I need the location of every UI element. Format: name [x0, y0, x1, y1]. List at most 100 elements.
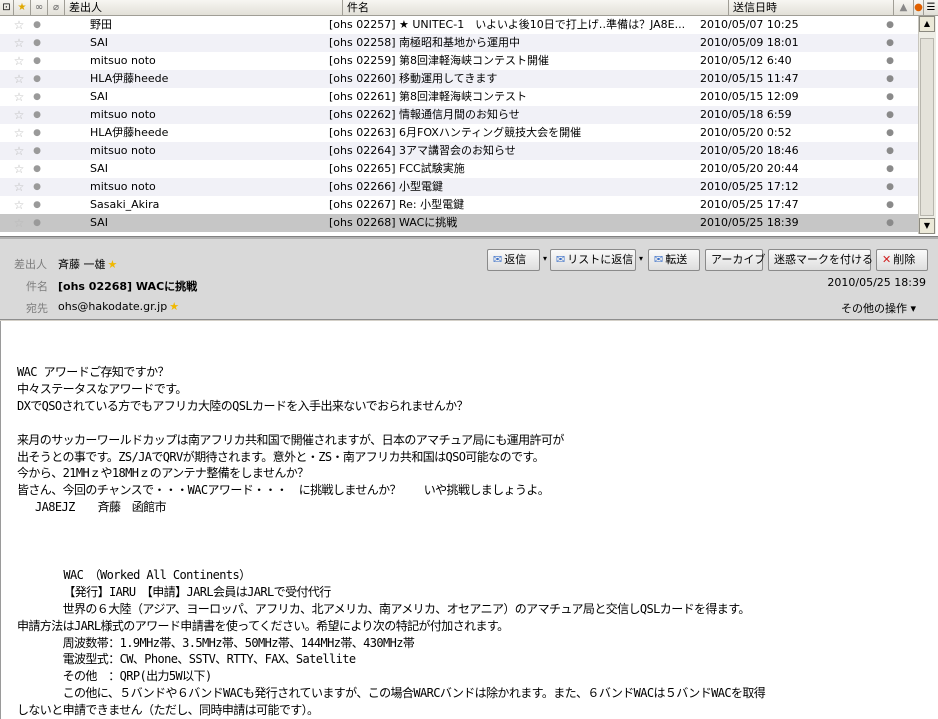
star-icon[interactable]: ☆: [10, 160, 28, 178]
row-flags[interactable]: ☆ ●: [0, 142, 46, 160]
junk-status-icon[interactable]: ●: [870, 16, 910, 34]
junk-status-icon[interactable]: ●: [870, 124, 910, 142]
star-icon[interactable]: ☆: [10, 52, 28, 70]
forward-icon: ✉: [654, 253, 664, 266]
read-status-icon[interactable]: ●: [28, 142, 46, 160]
row-date: 2010/05/18 6:59: [700, 108, 792, 121]
table-row[interactable]: ☆ ● mitsuo noto [ohs 02264] 3アマ講習会のお知らせ 2010…: [0, 142, 918, 160]
row-flags[interactable]: ☆ ●: [0, 88, 46, 106]
row-flags[interactable]: ☆ ●: [0, 178, 46, 196]
reply-list-button[interactable]: ✉ リストに返信: [550, 249, 636, 271]
forward-button[interactable]: ✉ 転送: [648, 249, 700, 271]
star-icon[interactable]: ☆: [10, 88, 28, 106]
from-value[interactable]: 斉藤 一雄 ★: [58, 256, 117, 272]
read-status-icon[interactable]: ●: [28, 178, 46, 196]
junk-status-icon[interactable]: ●: [870, 142, 910, 160]
star-column-icon[interactable]: ★: [14, 0, 31, 15]
read-status-icon[interactable]: ●: [28, 34, 46, 52]
junk-status-icon[interactable]: ●: [870, 214, 910, 232]
message-body-text: WAC アワードご存知ですか？ 中々ステータスなアワードです。 DXでQSOされ…: [17, 365, 766, 718]
table-row[interactable]: ☆ ● HLA伊藤heede [ohs 02263] 6月FOXハンティング競技大会を…: [0, 124, 918, 142]
column-subject[interactable]: 件名: [343, 0, 729, 15]
archive-button[interactable]: アーカイブ: [705, 249, 765, 271]
row-flags[interactable]: ☆ ●: [0, 214, 46, 232]
read-status-icon[interactable]: ●: [28, 160, 46, 178]
list-scrollbar[interactable]: ▲ ▼: [918, 16, 936, 234]
reply-button[interactable]: ✉ 返信: [487, 249, 540, 271]
reply-label: 返信: [504, 253, 527, 266]
message-list[interactable]: ⊡ ★ ∞ ⌀ 差出人 件名 送信日時 ▲ ● ☰ ☆ ● 野田 [ohs 02257…: [0, 0, 938, 237]
reply-dropdown-icon[interactable]: ▾: [540, 249, 550, 271]
to-address[interactable]: ohs@hakodate.gr.jp: [58, 300, 167, 313]
junk-status-icon[interactable]: ●: [870, 70, 910, 88]
row-flags[interactable]: ☆ ●: [0, 160, 46, 178]
read-status-icon[interactable]: ●: [28, 52, 46, 70]
table-row[interactable]: ☆ ● SAI [ohs 02268] WACに挑戦 2010/05/25 18:39 ●: [0, 214, 918, 232]
table-row[interactable]: ☆ ● mitsuo noto [ohs 02259] 第8回津軽海峡コンテスト開催 2…: [0, 52, 918, 70]
scroll-thumb[interactable]: [920, 38, 934, 216]
delete-button[interactable]: ✕ 削除: [876, 249, 928, 271]
attachment-column-icon[interactable]: ⌀: [48, 0, 65, 15]
junk-status-icon[interactable]: ●: [870, 160, 910, 178]
read-column-icon[interactable]: ∞: [31, 0, 48, 15]
row-flags[interactable]: ☆ ●: [0, 34, 46, 52]
junk-button[interactable]: 迷惑マークを付ける: [768, 249, 873, 271]
star-icon[interactable]: ★: [108, 258, 118, 271]
read-status-icon[interactable]: ●: [28, 214, 46, 232]
from-name[interactable]: 斉藤 一雄: [58, 258, 106, 271]
junk-status-icon[interactable]: ●: [870, 178, 910, 196]
read-status-icon[interactable]: ●: [28, 16, 46, 34]
table-row[interactable]: ☆ ● SAI [ohs 02258] 南極昭和基地から運用中 2010/05/09 1…: [0, 34, 918, 52]
table-row[interactable]: ☆ ● SAI [ohs 02261] 第8回津軽海峡コンテスト 2010/05/15 …: [0, 88, 918, 106]
table-row[interactable]: ☆ ● SAI [ohs 02265] FCC試験実施 2010/05/20 20:44…: [0, 160, 918, 178]
read-status-icon[interactable]: ●: [28, 196, 46, 214]
table-row[interactable]: ☆ ● 野田 [ohs 02257] ★ UNITEC-1 いよいよ後10日で打上げ‥…: [0, 16, 918, 34]
table-row[interactable]: ☆ ● HLA伊藤heede [ohs 02260] 移動運用してきます 2010/05…: [0, 70, 918, 88]
reply-list-dropdown-icon[interactable]: ▾: [636, 249, 646, 271]
scroll-down-icon[interactable]: ▼: [919, 218, 935, 234]
read-status-icon[interactable]: ●: [28, 106, 46, 124]
junk-status-icon[interactable]: ●: [870, 88, 910, 106]
star-icon[interactable]: ☆: [10, 34, 28, 52]
star-icon[interactable]: ☆: [10, 142, 28, 160]
message-date: 2010/05/25 18:39: [827, 276, 926, 289]
row-flags[interactable]: ☆ ●: [0, 124, 46, 142]
row-flags[interactable]: ☆ ●: [0, 52, 46, 70]
row-from: HLA伊藤heede: [90, 126, 169, 139]
row-from: 野田: [90, 18, 112, 31]
star-icon[interactable]: ☆: [10, 196, 28, 214]
junk-status-icon[interactable]: ●: [870, 196, 910, 214]
table-row[interactable]: ☆ ● mitsuo noto [ohs 02266] 小型電鍵 2010/05/25 …: [0, 178, 918, 196]
junk-status-icon[interactable]: ●: [870, 52, 910, 70]
more-actions-button[interactable]: その他の操作 ▾: [841, 300, 916, 316]
star-icon[interactable]: ★: [169, 300, 179, 313]
row-flags[interactable]: ☆ ●: [0, 196, 46, 214]
message-body[interactable]: WAC アワードご存知ですか？ 中々ステータスなアワードです。 DXでQSOされ…: [0, 321, 938, 719]
table-row[interactable]: ☆ ● Sasaki_Akira [ohs 02267] Re: 小型電鍵 2010/0…: [0, 196, 918, 214]
column-picker-icon[interactable]: ☰: [924, 0, 938, 15]
junk-status-icon[interactable]: ●: [870, 106, 910, 124]
junk-status-icon[interactable]: ●: [870, 34, 910, 52]
star-icon[interactable]: ☆: [10, 214, 28, 232]
read-status-icon[interactable]: ●: [28, 70, 46, 88]
row-subject: [ohs 02260] 移動運用してきます: [329, 72, 498, 85]
column-from[interactable]: 差出人: [65, 0, 343, 15]
star-icon[interactable]: ☆: [10, 16, 28, 34]
row-date: 2010/05/20 0:52: [700, 126, 792, 139]
star-icon[interactable]: ☆: [10, 178, 28, 196]
row-flags[interactable]: ☆ ●: [0, 106, 46, 124]
table-row[interactable]: ☆ ● mitsuo noto [ohs 02262] 情報通信月間のお知らせ 2010…: [0, 106, 918, 124]
read-status-icon[interactable]: ●: [28, 88, 46, 106]
thread-column-icon[interactable]: ⊡: [0, 0, 14, 15]
star-icon[interactable]: ☆: [10, 70, 28, 88]
junk-column-icon[interactable]: ●: [914, 0, 924, 15]
star-icon[interactable]: ☆: [10, 106, 28, 124]
star-icon[interactable]: ☆: [10, 124, 28, 142]
row-flags[interactable]: ☆ ●: [0, 70, 46, 88]
scroll-up-icon[interactable]: ▲: [919, 16, 935, 32]
read-status-icon[interactable]: ●: [28, 124, 46, 142]
to-value[interactable]: ohs@hakodate.gr.jp ★: [58, 300, 179, 313]
row-flags[interactable]: ☆ ●: [0, 16, 46, 34]
column-date[interactable]: 送信日時: [729, 0, 894, 15]
row-from: mitsuo noto: [90, 180, 156, 193]
